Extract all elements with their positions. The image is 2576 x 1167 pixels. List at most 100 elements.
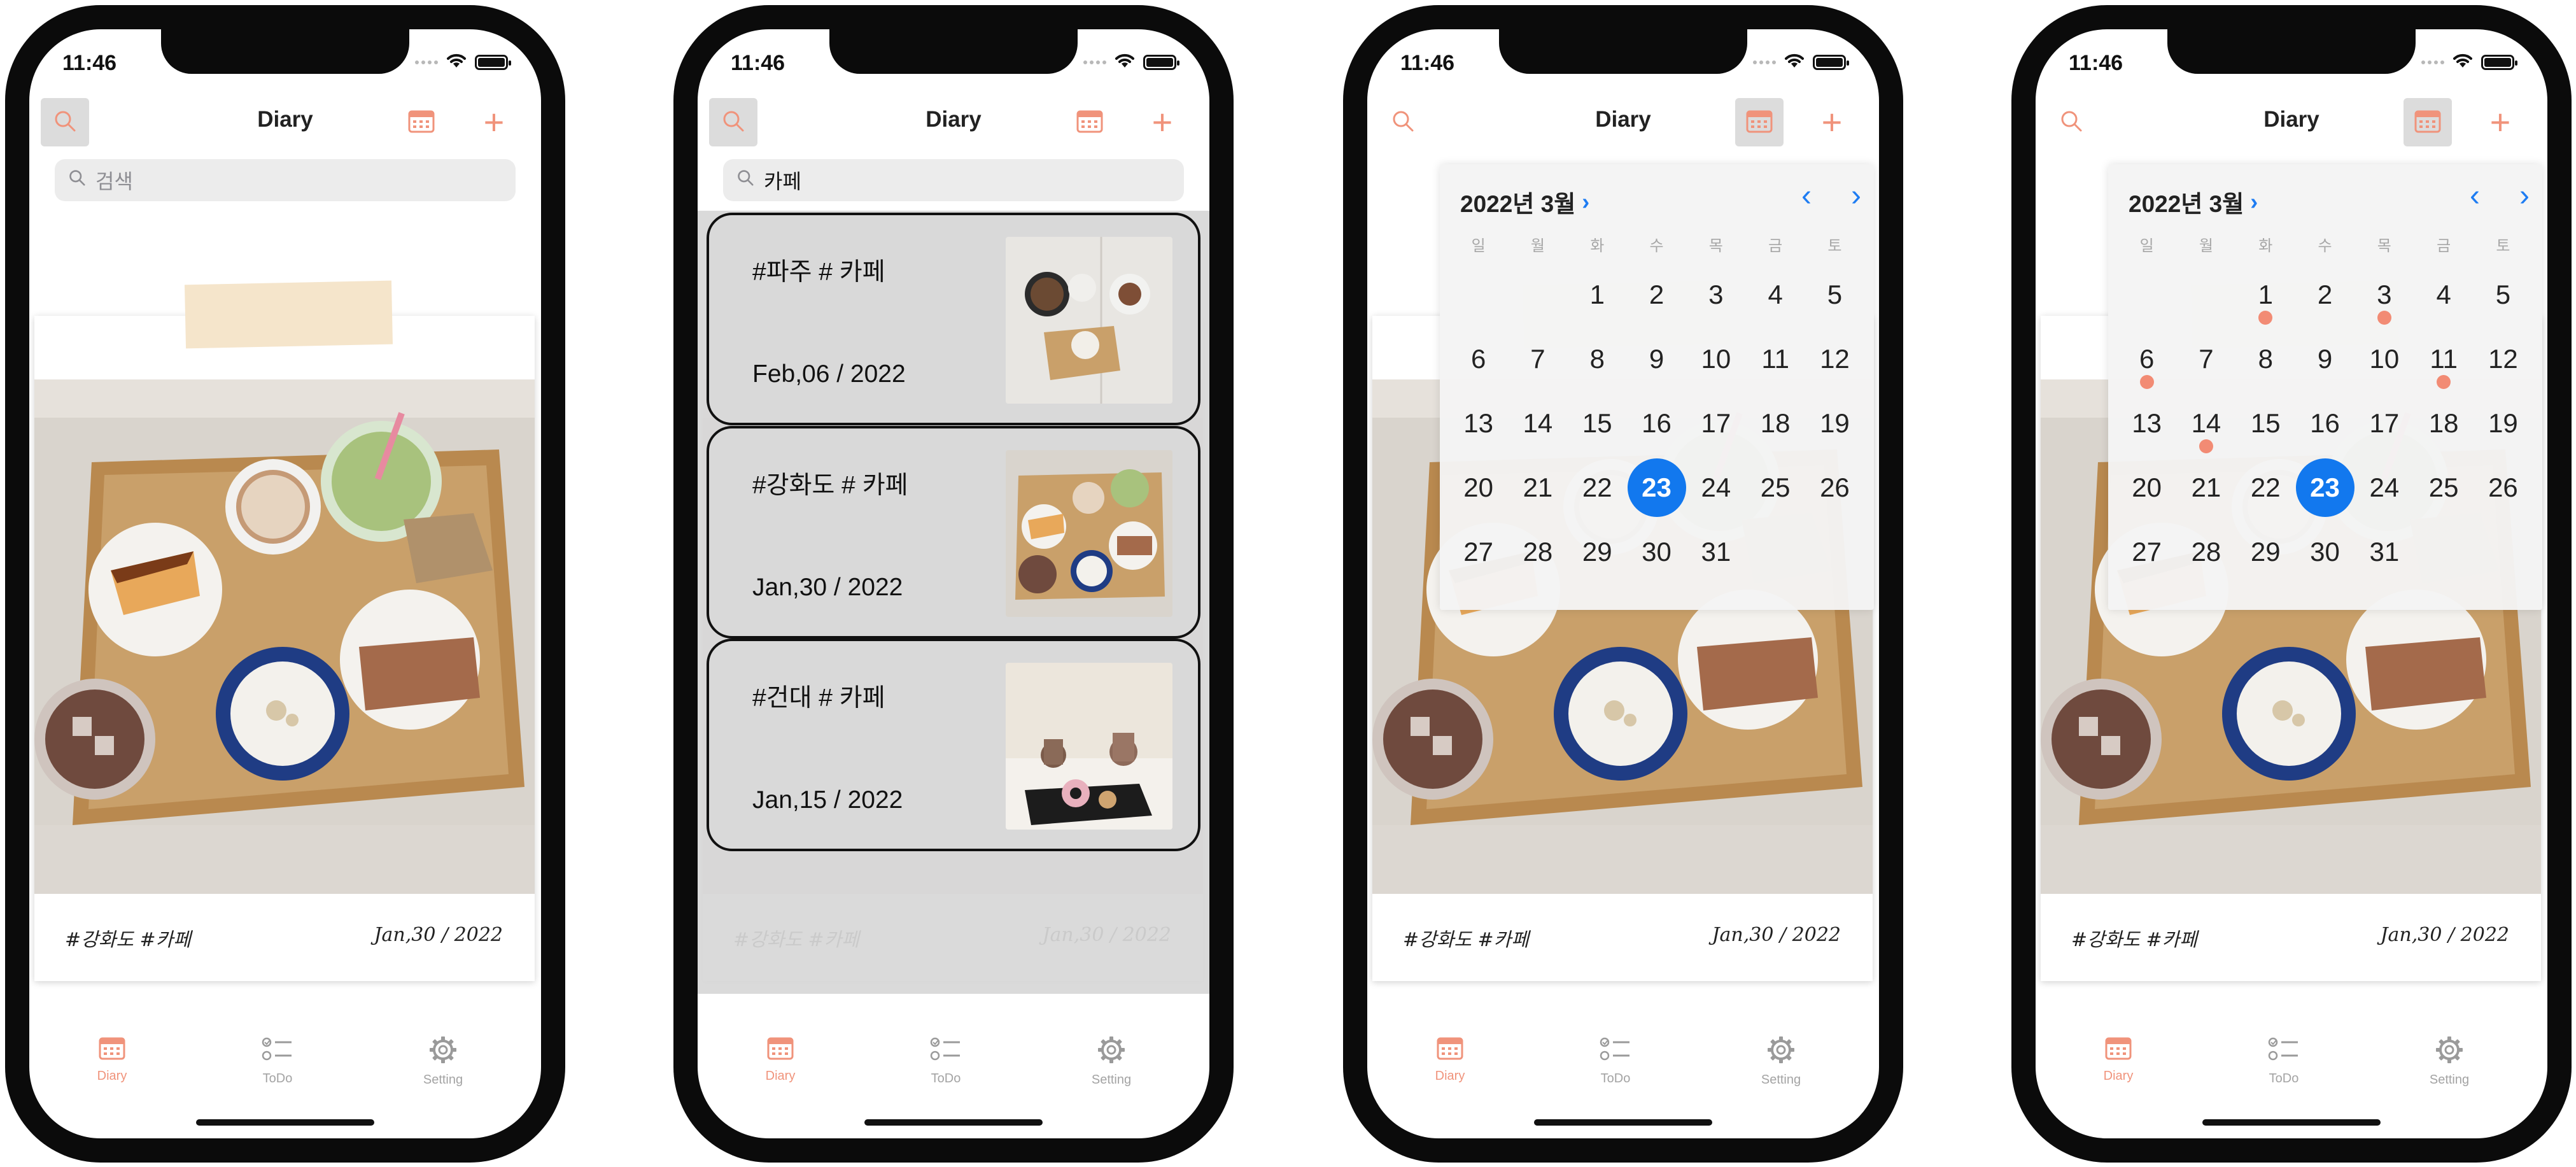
calendar-day[interactable]: 31: [1686, 520, 1745, 584]
calendar-day[interactable]: 18: [2414, 391, 2473, 455]
calendar-day[interactable]: 8: [1568, 327, 1627, 391]
calendar-day[interactable]: 20: [1449, 455, 1508, 520]
tab-label: Diary: [2103, 1069, 2134, 1083]
calendar-day[interactable]: 16: [1627, 391, 1686, 455]
add-entry-button[interactable]: +: [1138, 98, 1186, 146]
calendar-day[interactable]: 7: [2176, 327, 2235, 391]
calendar-day[interactable]: 12: [2474, 327, 2533, 391]
calendar-day[interactable]: 22: [2236, 455, 2295, 520]
entry-dot: [2199, 439, 2213, 453]
calendar-day[interactable]: 24: [2354, 455, 2414, 520]
calendar-day[interactable]: 13: [1449, 391, 1508, 455]
tab-setting[interactable]: Setting: [1060, 1035, 1162, 1087]
calendar-day[interactable]: 17: [1686, 391, 1745, 455]
diary-card[interactable]: #강화도 #카페 Jan,30 / 2022: [29, 182, 541, 1010]
calendar-day[interactable]: 29: [2236, 520, 2295, 584]
calendar-day[interactable]: 17: [2354, 391, 2414, 455]
add-entry-button[interactable]: +: [470, 98, 518, 146]
calendar-button[interactable]: [2404, 98, 2452, 146]
calendar-day-selected[interactable]: 23: [2295, 455, 2354, 520]
tab-todo[interactable]: ToDo: [895, 1035, 997, 1086]
next-month-button[interactable]: ›: [2519, 181, 2530, 211]
search-result-card[interactable]: #건대 # 카페 Jan,15 / 2022: [707, 639, 1200, 851]
tab-setting[interactable]: Setting: [392, 1035, 494, 1087]
calendar-day[interactable]: 2: [2295, 262, 2354, 327]
calendar-day[interactable]: 1: [2236, 262, 2295, 327]
tab-todo[interactable]: ToDo: [227, 1035, 328, 1086]
calendar-day[interactable]: 27: [1449, 520, 1508, 584]
calendar-day[interactable]: 4: [2414, 262, 2473, 327]
calendar-day[interactable]: 9: [1627, 327, 1686, 391]
calendar-day[interactable]: 19: [2474, 391, 2533, 455]
calendar-day[interactable]: 19: [1805, 391, 1864, 455]
calendar-day[interactable]: 15: [1568, 391, 1627, 455]
calendar-day[interactable]: 8: [2236, 327, 2295, 391]
calendar-day[interactable]: 26: [1805, 455, 1864, 520]
calendar-day[interactable]: 21: [2176, 455, 2235, 520]
tab-setting[interactable]: Setting: [1730, 1035, 1832, 1087]
calendar-day[interactable]: 30: [2295, 520, 2354, 584]
tab-diary[interactable]: Diary: [729, 1035, 831, 1084]
calendar-day[interactable]: 28: [2176, 520, 2235, 584]
search-field[interactable]: 카페: [723, 159, 1184, 201]
calendar-day[interactable]: 29: [1568, 520, 1627, 584]
calendar-day[interactable]: 7: [1508, 327, 1567, 391]
calendar-day[interactable]: 21: [1508, 455, 1567, 520]
tab-todo[interactable]: ToDo: [1565, 1035, 1666, 1086]
calendar-day[interactable]: 24: [1686, 455, 1745, 520]
search-field[interactable]: 검색: [55, 159, 516, 201]
next-month-button[interactable]: ›: [1851, 181, 1861, 211]
calendar-day[interactable]: 3: [1686, 262, 1745, 327]
month-selector[interactable]: 2022년 3월 ›: [1460, 185, 1589, 219]
calendar-day[interactable]: 5: [2474, 262, 2533, 327]
calendar-day[interactable]: 5: [1805, 262, 1864, 327]
diary-date: Jan,30 / 2022: [2380, 924, 2509, 946]
calendar-button[interactable]: [1735, 98, 1784, 146]
calendar-day[interactable]: 20: [2117, 455, 2176, 520]
calendar-day-selected[interactable]: 23: [1627, 455, 1686, 520]
calendar-day[interactable]: 13: [2117, 391, 2176, 455]
calendar-day[interactable]: 14: [1508, 391, 1567, 455]
tab-diary[interactable]: Diary: [61, 1035, 163, 1084]
month-nav: ‹ ›: [2470, 181, 2530, 211]
calendar-day[interactable]: 14: [2176, 391, 2235, 455]
calendar-day[interactable]: 4: [1745, 262, 1805, 327]
tab-diary[interactable]: Diary: [1399, 1035, 1501, 1084]
calendar-day[interactable]: 15: [2236, 391, 2295, 455]
calendar-day[interactable]: 22: [1568, 455, 1627, 520]
calendar-day[interactable]: 26: [2474, 455, 2533, 520]
calendar-day[interactable]: 25: [2414, 455, 2473, 520]
search-result-card[interactable]: #강화도 # 카페 Jan,30 / 2022: [707, 426, 1200, 639]
calendar-day[interactable]: 16: [2295, 391, 2354, 455]
calendar-day[interactable]: 6: [1449, 327, 1508, 391]
tab-todo[interactable]: ToDo: [2233, 1035, 2335, 1086]
calendar-day[interactable]: 11: [1745, 327, 1805, 391]
calendar-day[interactable]: 10: [2354, 327, 2414, 391]
calendar-button[interactable]: [397, 98, 446, 146]
calendar-day[interactable]: 11: [2414, 327, 2473, 391]
calendar-day[interactable]: 10: [1686, 327, 1745, 391]
calendar-day[interactable]: 31: [2354, 520, 2414, 584]
calendar-day[interactable]: 18: [1745, 391, 1805, 455]
prev-month-button[interactable]: ‹: [2470, 181, 2480, 211]
calendar-day[interactable]: 12: [1805, 327, 1864, 391]
calendar-day[interactable]: 2: [1627, 262, 1686, 327]
calendar-button[interactable]: [1066, 98, 1114, 146]
calendar-day[interactable]: 1: [1568, 262, 1627, 327]
add-entry-button[interactable]: +: [1808, 98, 1856, 146]
tab-diary[interactable]: Diary: [2067, 1035, 2169, 1084]
status-icons: [1753, 52, 1849, 72]
calendar-day[interactable]: 25: [1745, 455, 1805, 520]
calendar-day[interactable]: 9: [2295, 327, 2354, 391]
add-entry-button[interactable]: +: [2476, 98, 2524, 146]
calendar-day[interactable]: 30: [1627, 520, 1686, 584]
calendar-day[interactable]: 27: [2117, 520, 2176, 584]
tab-setting[interactable]: Setting: [2398, 1035, 2500, 1087]
calendar-day[interactable]: 3: [2354, 262, 2414, 327]
calendar-day[interactable]: 28: [1508, 520, 1567, 584]
calendar-day[interactable]: 6: [2117, 327, 2176, 391]
search-result-card[interactable]: #파주 # 카페 Feb,06 / 2022: [707, 213, 1200, 425]
prev-month-button[interactable]: ‹: [1801, 181, 1812, 211]
month-selector[interactable]: 2022년 3월 ›: [2129, 185, 2258, 219]
tab-label: Diary: [1435, 1069, 1465, 1083]
